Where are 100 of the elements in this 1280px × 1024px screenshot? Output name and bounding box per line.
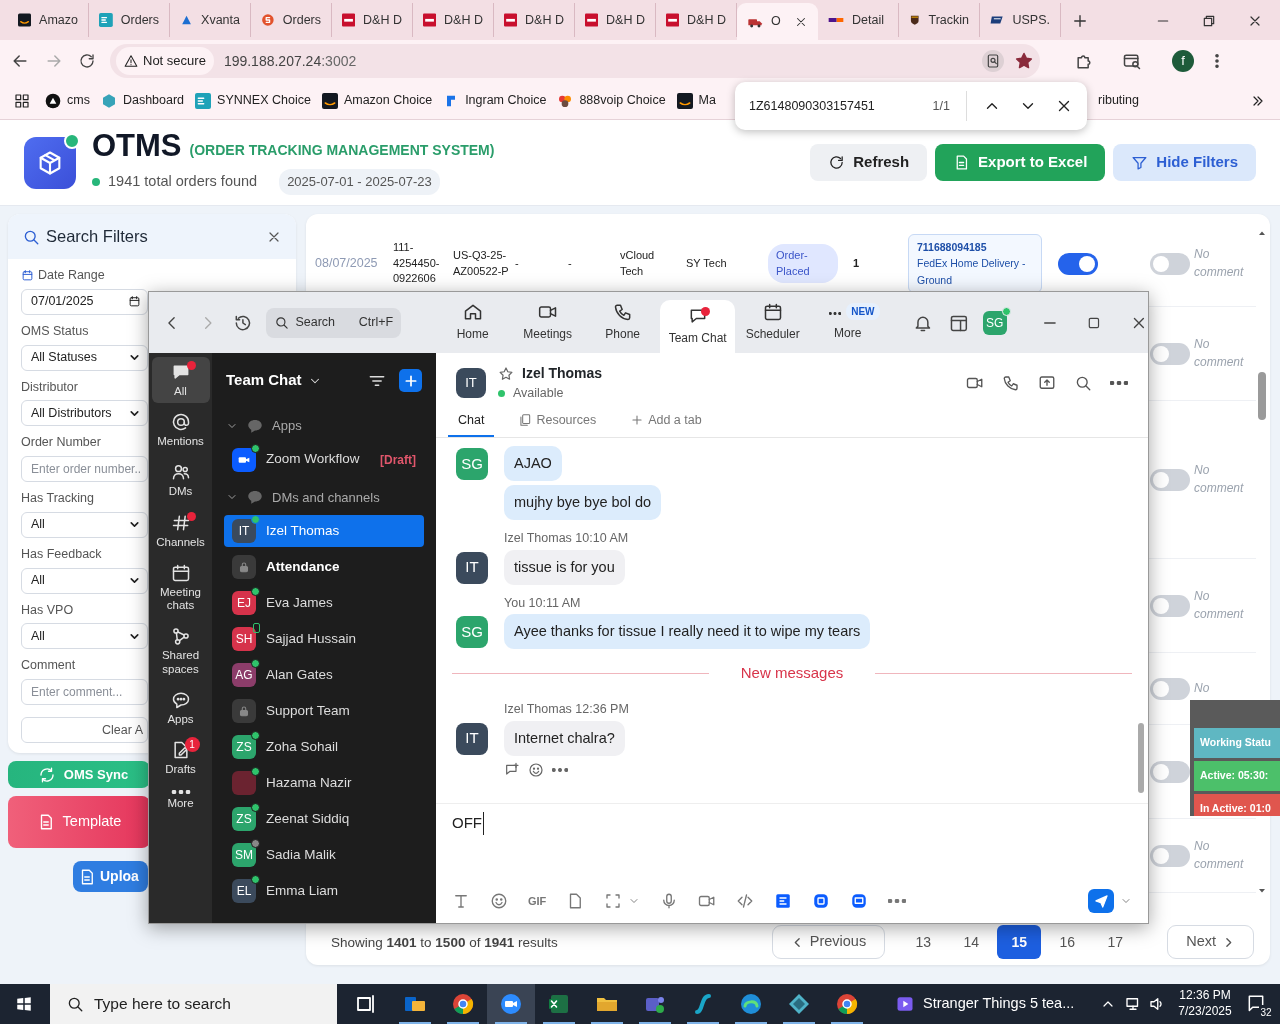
rail-item[interactable]: Drafts 1 bbox=[151, 734, 210, 782]
browser-tab[interactable]: Trackin bbox=[899, 3, 980, 37]
bookmark-link[interactable]: Amazon Choice bbox=[321, 91, 433, 110]
lens-icon[interactable] bbox=[982, 50, 1004, 72]
nav-tab[interactable]: NEW More bbox=[810, 292, 886, 353]
address-bar[interactable]: Not secure 199.188.207.24:3002 bbox=[110, 44, 1040, 78]
chat-tab[interactable]: Resources bbox=[508, 411, 607, 437]
section-header[interactable]: DMs and channels bbox=[212, 479, 436, 515]
clock[interactable]: 12:36 PM 7/23/2025 bbox=[1178, 988, 1232, 1020]
section-header[interactable]: Apps bbox=[212, 408, 436, 444]
chat-tab[interactable]: Add a tab bbox=[620, 411, 712, 437]
emoji-icon[interactable] bbox=[490, 892, 508, 910]
select-dropdown[interactable]: All Distributors bbox=[21, 400, 148, 427]
app-icon[interactable] bbox=[812, 892, 831, 910]
page-button[interactable]: 17 bbox=[1093, 925, 1138, 959]
security-chip[interactable]: Not secure bbox=[116, 47, 214, 75]
scrollbar-thumb[interactable] bbox=[1258, 372, 1266, 420]
select-dropdown[interactable]: All bbox=[21, 567, 148, 594]
next-button[interactable]: Next bbox=[1167, 925, 1254, 959]
restore-icon[interactable] bbox=[1201, 13, 1217, 29]
taskbar-search-field[interactable]: Type here to search bbox=[50, 984, 337, 1024]
toggle-switch[interactable] bbox=[1150, 594, 1190, 617]
search-field[interactable]: Search Ctrl+F bbox=[266, 307, 402, 338]
upload-button[interactable]: Uploa bbox=[73, 861, 148, 892]
toggle-switch[interactable] bbox=[1150, 252, 1190, 275]
windows-start-icon[interactable] bbox=[15, 995, 33, 1013]
chat-list-item[interactable]: ZS Zeenat Siddiq bbox=[224, 803, 424, 835]
chat-list-item[interactable]: Zoom Workflow [Draft] bbox=[224, 443, 424, 476]
more-icon[interactable] bbox=[1110, 380, 1128, 385]
browser-tab[interactable]: D&H D bbox=[494, 3, 575, 37]
toggle-switch[interactable] bbox=[1150, 844, 1190, 867]
new-chat-button[interactable] bbox=[399, 369, 422, 392]
page-button[interactable]: 13 bbox=[901, 925, 946, 959]
nav-tab[interactable]: Team Chat bbox=[660, 300, 736, 353]
rail-item[interactable]: All bbox=[151, 357, 210, 404]
select-dropdown[interactable]: All bbox=[21, 511, 148, 538]
bookmark-star-icon[interactable] bbox=[1014, 51, 1034, 71]
browser-tab[interactable]: USPS. bbox=[980, 3, 1061, 37]
chat-tab[interactable]: Chat bbox=[448, 411, 495, 437]
chat-list-item[interactable]: Support Team bbox=[224, 695, 424, 727]
text-field[interactable]: Enter comment... bbox=[21, 679, 148, 705]
reload-icon[interactable] bbox=[78, 52, 96, 70]
nav-tab[interactable]: Phone bbox=[585, 292, 661, 353]
bookmark-link[interactable]: Ma bbox=[676, 91, 716, 110]
bookmark-link[interactable]: Dashboard bbox=[100, 91, 185, 110]
star-icon[interactable] bbox=[498, 365, 514, 382]
chat-list-item[interactable]: ZS Zoha Sohail bbox=[224, 731, 424, 763]
chat-list-item[interactable]: Attendance bbox=[224, 551, 424, 583]
bookmark-link[interactable]: ributing bbox=[1098, 91, 1139, 110]
previous-button[interactable]: Previous bbox=[771, 925, 886, 959]
rail-item[interactable]: Mentions bbox=[151, 407, 210, 454]
browser-tab[interactable]: Orders bbox=[251, 3, 332, 37]
browser-tab[interactable]: O bbox=[737, 3, 818, 40]
bookmark-link[interactable]: SYNNEX Choice bbox=[195, 91, 311, 110]
share-screen-icon[interactable] bbox=[1038, 373, 1056, 392]
rail-item[interactable]: DMs bbox=[151, 457, 210, 504]
send-button[interactable] bbox=[1088, 889, 1114, 913]
toggle-switch[interactable] bbox=[1150, 677, 1190, 700]
nav-tab[interactable]: Meetings bbox=[510, 292, 586, 353]
code-icon[interactable] bbox=[736, 892, 755, 910]
chat-list-item[interactable]: EL Emma Liam bbox=[224, 875, 424, 907]
refresh-button[interactable]: Refresh bbox=[810, 144, 928, 181]
media-player-button[interactable]: Stranger Things 5 tea... bbox=[895, 993, 1075, 1015]
browser-tab[interactable]: D&H D bbox=[332, 3, 413, 37]
bookmark-link[interactable]: 888voip Choice bbox=[557, 91, 666, 110]
hide-filters-button[interactable]: Hide Filters bbox=[1113, 144, 1256, 181]
toggle-switch[interactable] bbox=[1150, 342, 1190, 365]
apps-grid-icon[interactable] bbox=[14, 92, 30, 109]
rail-item[interactable]: Channels bbox=[151, 507, 210, 554]
page-button[interactable]: 15 bbox=[997, 925, 1042, 959]
toggle-switch[interactable] bbox=[1150, 468, 1190, 491]
message-input-field[interactable]: OFF bbox=[452, 812, 484, 835]
browser-tab[interactable]: Detail bbox=[818, 3, 899, 37]
toggle-switch[interactable] bbox=[1058, 252, 1098, 275]
page-button[interactable]: 14 bbox=[949, 925, 994, 959]
find-query-field[interactable]: 1Z6148090303157451 bbox=[749, 96, 875, 116]
text-format-icon[interactable] bbox=[452, 892, 470, 910]
text-field[interactable]: Enter order number.. bbox=[21, 456, 148, 482]
chat-list-item[interactable]: IT Izel Thomas bbox=[224, 515, 424, 547]
scrollbar-thumb[interactable] bbox=[1138, 722, 1144, 793]
clear-button[interactable]: Clear A bbox=[21, 717, 148, 743]
browser-tab[interactable]: Orders bbox=[89, 3, 170, 37]
rail-item[interactable]: Shared spaces bbox=[150, 621, 211, 681]
browser-tab[interactable]: D&H D bbox=[413, 3, 494, 37]
chat-list-item[interactable]: EJ Eva James bbox=[224, 587, 424, 619]
date-field[interactable]: 07/01/2025 bbox=[21, 288, 148, 315]
notification-button[interactable]: 32 bbox=[1241, 989, 1272, 1019]
browser-tab[interactable]: D&H D bbox=[575, 3, 656, 37]
toggle-switch[interactable] bbox=[1150, 760, 1190, 783]
browser-tab[interactable]: Xvanta bbox=[170, 3, 251, 37]
rail-item[interactable]: More bbox=[151, 785, 210, 816]
screenshot-icon[interactable] bbox=[604, 892, 623, 910]
select-dropdown[interactable]: All Statuses bbox=[21, 344, 148, 371]
chat-list-item[interactable]: SM Sadia Malik bbox=[224, 839, 424, 871]
tab-search-icon[interactable] bbox=[1122, 51, 1142, 71]
emoji-icon[interactable] bbox=[528, 761, 544, 778]
nav-tab[interactable]: Home bbox=[435, 292, 511, 353]
chat-list-item[interactable]: AG Alan Gates bbox=[224, 659, 424, 691]
video-app-taskbar-button[interactable] bbox=[487, 984, 535, 1024]
rail-item[interactable]: Apps bbox=[151, 684, 210, 731]
